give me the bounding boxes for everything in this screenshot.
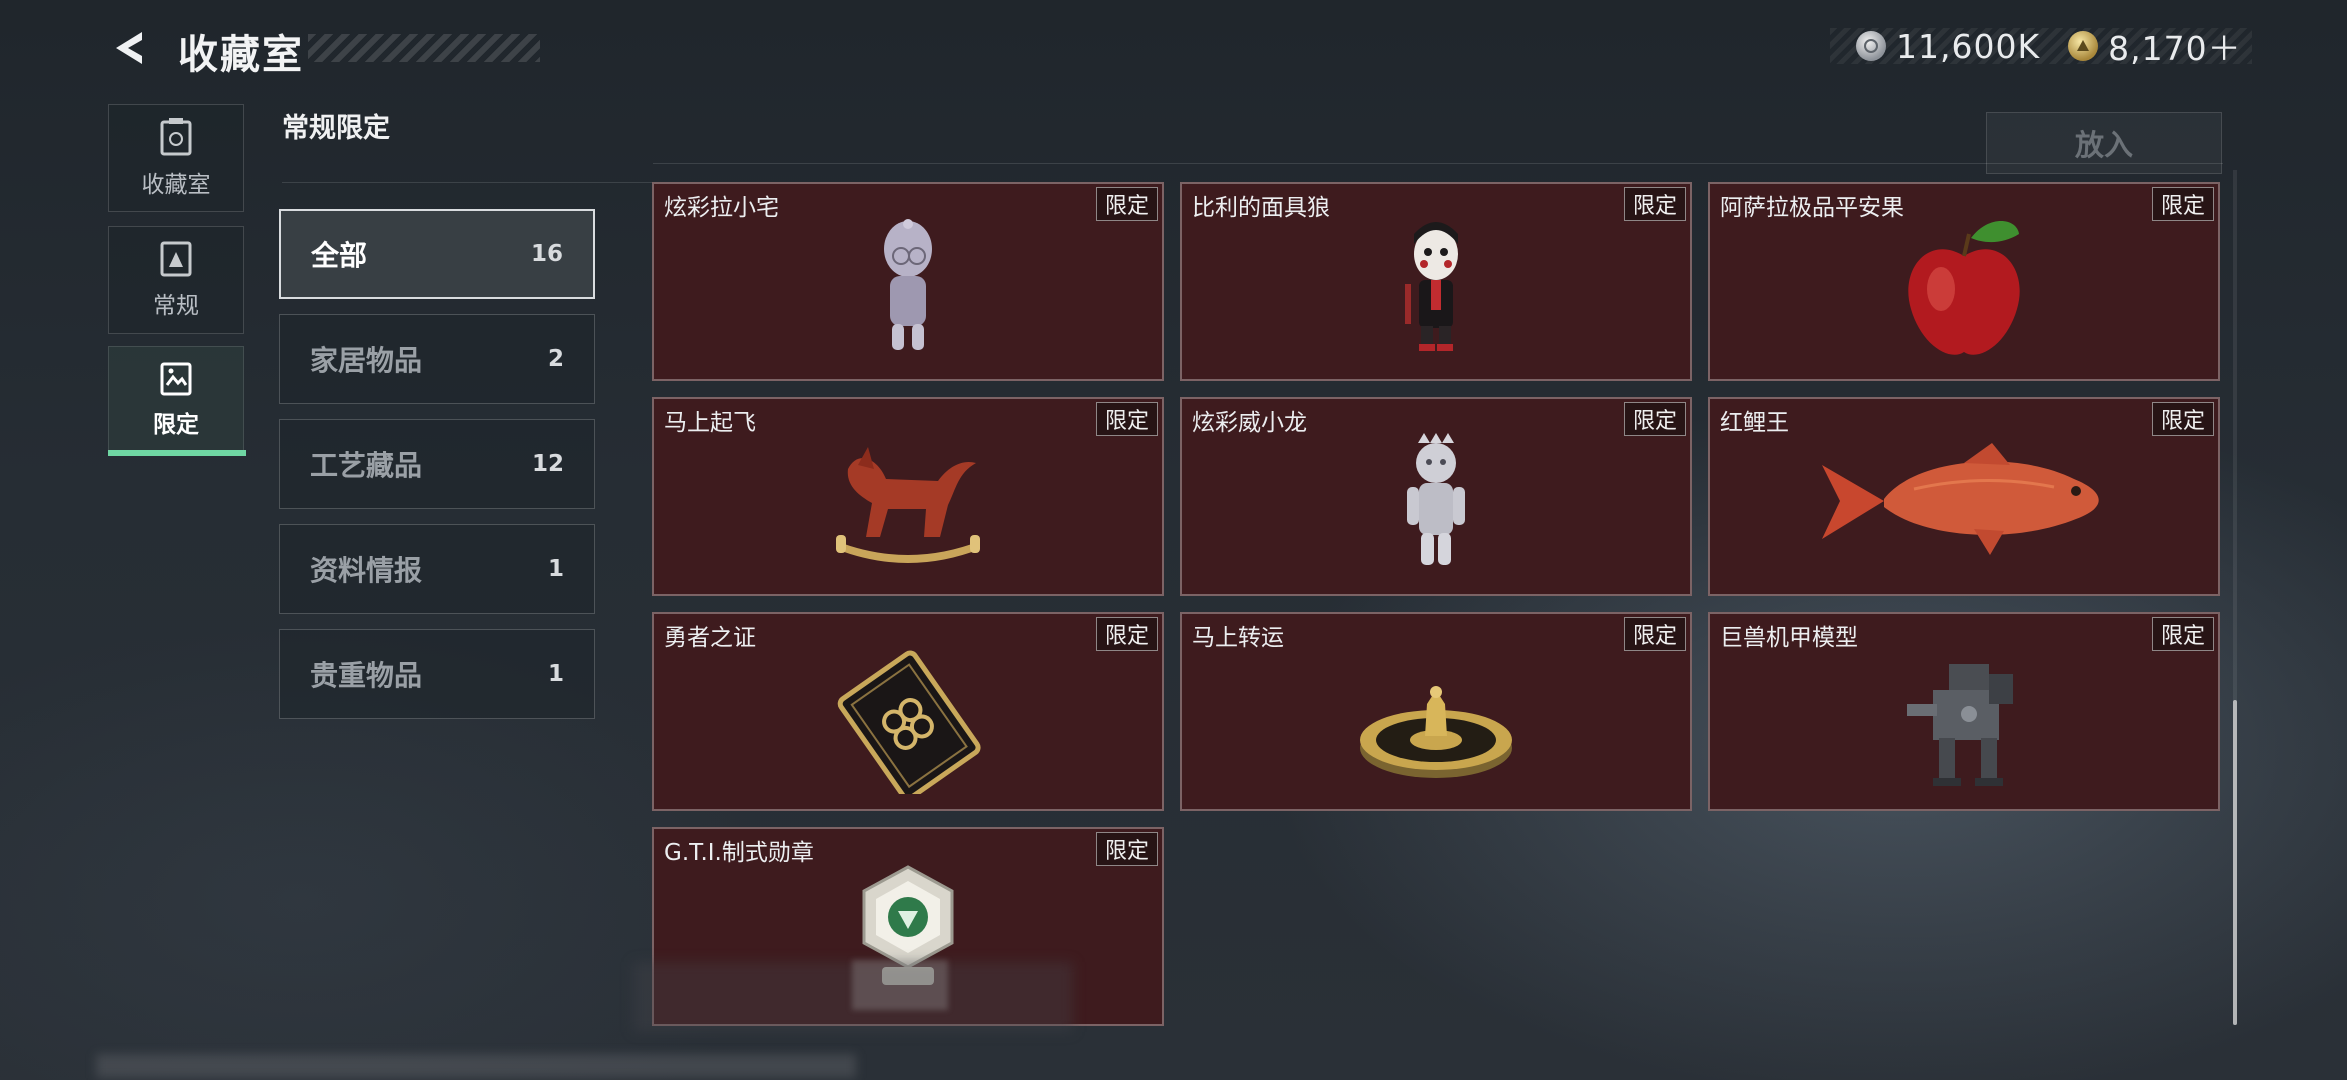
sidebar-item-collection-room[interactable]: 收藏室 <box>108 104 244 212</box>
item-name: 马上转运 <box>1192 625 1284 651</box>
page-title: 收藏室 <box>178 32 304 78</box>
category-label: 工艺藏品 <box>310 449 423 482</box>
limited-badge: 限定 <box>2151 617 2214 651</box>
limited-badge: 限定 <box>1095 187 1158 221</box>
limited-badge: 限定 <box>2151 402 2214 436</box>
category-all[interactable]: 全部 16 <box>279 209 595 299</box>
category-count: 12 <box>531 451 564 477</box>
item-name: 红鲤王 <box>1720 410 1789 436</box>
category-label: 全部 <box>311 239 368 272</box>
item-card[interactable]: 马上起飞 限定 <box>652 397 1164 596</box>
limited-badge: 限定 <box>1095 832 1158 866</box>
title-decoration <box>308 34 540 62</box>
active-nav-indicator <box>108 450 246 456</box>
dragon-figure-icon <box>1407 433 1465 565</box>
gold-currency-value[interactable]: 8,170＋ <box>2108 22 2241 70</box>
limited-icon <box>160 362 192 396</box>
blurred-footer <box>96 1054 856 1078</box>
collection-room-icon <box>160 118 192 156</box>
category-intel[interactable]: 资料情报 1 <box>279 524 595 614</box>
category-count: 1 <box>547 661 564 687</box>
category-label: 贵重物品 <box>310 659 423 692</box>
currency-bar: 11,600K 8,170＋ <box>1830 26 2252 68</box>
sidebar-item-label: 限定 <box>153 412 199 438</box>
grid-divider <box>653 163 2223 164</box>
back-button[interactable] <box>108 26 152 70</box>
category-count: 16 <box>530 241 563 267</box>
item-name: 马上起飞 <box>664 410 756 436</box>
category-count: 1 <box>547 556 564 582</box>
limited-badge: 限定 <box>1095 617 1158 651</box>
limited-badge: 限定 <box>1623 402 1686 436</box>
limited-badge: 限定 <box>1623 617 1686 651</box>
item-card[interactable]: 巨兽机甲模型 限定 <box>1708 612 2220 811</box>
back-arrow-icon <box>116 32 142 64</box>
gold-coin-icon <box>2068 31 2099 61</box>
sidebar-item-label: 常规 <box>153 293 199 319</box>
item-card[interactable]: 马上转运 限定 <box>1180 612 1692 811</box>
item-name: 炫彩威小龙 <box>1192 410 1307 436</box>
limited-badge: 限定 <box>1623 187 1686 221</box>
doll-figure-icon <box>884 219 932 350</box>
card-plaque-icon <box>837 650 981 794</box>
section-title: 常规限定 <box>282 113 390 144</box>
category-label: 资料情报 <box>310 554 423 587</box>
category-count: 2 <box>547 346 564 372</box>
mech-model-icon <box>1907 664 2013 786</box>
item-card[interactable]: 红鲤王 限定 <box>1708 397 2220 596</box>
category-valuables[interactable]: 贵重物品 1 <box>279 629 595 719</box>
blurred-region <box>852 960 948 1010</box>
fortune-disc-icon <box>1360 686 1512 778</box>
apple-icon <box>1908 221 2020 355</box>
item-card[interactable]: 炫彩拉小宅 限定 <box>652 182 1164 381</box>
silver-coin-icon <box>1856 31 1886 61</box>
item-card[interactable]: 勇者之证 限定 <box>652 612 1164 811</box>
limited-badge: 限定 <box>2151 187 2214 221</box>
section-divider <box>282 182 654 183</box>
sidebar-item-regular[interactable]: 常规 <box>108 226 244 334</box>
limited-badge: 限定 <box>1095 402 1158 436</box>
sidebar-item-limited[interactable]: 限定 <box>108 346 244 454</box>
item-name: 炫彩拉小宅 <box>664 195 779 221</box>
item-name: 巨兽机甲模型 <box>1720 625 1858 651</box>
scrollbar-thumb[interactable] <box>2233 700 2237 1025</box>
rocking-horse-icon <box>836 447 980 563</box>
carp-fish-icon <box>1822 443 2099 555</box>
category-home-items[interactable]: 家居物品 2 <box>279 314 595 404</box>
put-in-button[interactable]: 放入 <box>1986 112 2222 174</box>
item-name: 阿萨拉极品平安果 <box>1720 195 1904 221</box>
item-name: 比利的面具狼 <box>1192 195 1330 221</box>
category-crafts[interactable]: 工艺藏品 12 <box>279 419 595 509</box>
puppet-mask-icon <box>1405 222 1458 351</box>
silver-currency-value: 11,600K <box>1896 26 2041 66</box>
item-card[interactable]: 比利的面具狼 限定 <box>1180 182 1692 381</box>
item-name: G.T.I.制式勋章 <box>664 840 814 866</box>
category-label: 家居物品 <box>310 344 423 377</box>
item-card[interactable]: 阿萨拉极品平安果 限定 <box>1708 182 2220 381</box>
sidebar-item-label: 收藏室 <box>141 172 211 198</box>
regular-icon <box>160 241 192 277</box>
item-name: 勇者之证 <box>664 625 756 651</box>
item-card[interactable]: 炫彩威小龙 限定 <box>1180 397 1692 596</box>
